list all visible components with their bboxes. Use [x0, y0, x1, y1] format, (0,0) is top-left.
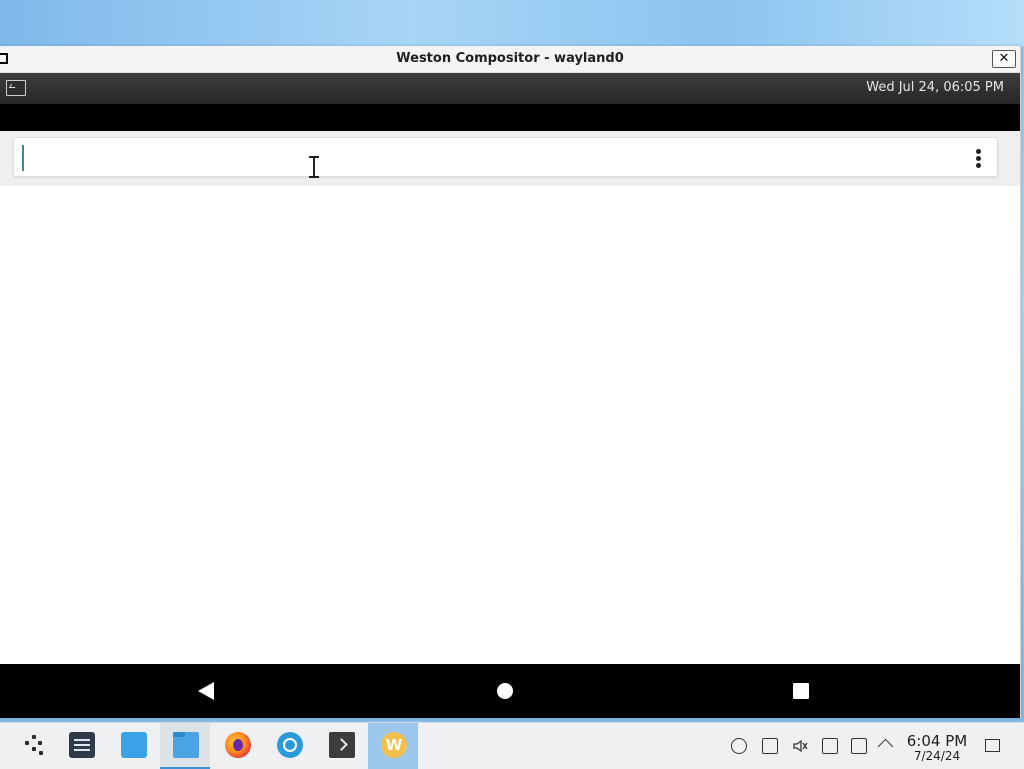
- search-input[interactable]: [28, 144, 932, 174]
- recents-button[interactable]: [793, 683, 809, 699]
- taskbar: W 6:04 PM 7/24/24: [0, 722, 1024, 769]
- close-button[interactable]: ✕: [992, 50, 1016, 68]
- weston-panel: Wed Jul 24, 06:05 PM: [0, 73, 1020, 104]
- volume-muted-icon[interactable]: [792, 738, 808, 754]
- taskbar-waydroid[interactable]: W: [368, 723, 418, 769]
- show-desktop-icon[interactable]: [985, 739, 1000, 752]
- ibeam-cursor-icon: [309, 156, 319, 178]
- back-button[interactable]: [198, 682, 214, 700]
- taskbar-terminal[interactable]: [316, 723, 366, 769]
- app-launcher-icon: [21, 732, 47, 758]
- android-navigation-bar: [0, 664, 1020, 718]
- waydroid-icon: W: [381, 732, 407, 758]
- search-bar-container: [0, 131, 1020, 186]
- overflow-menu-icon[interactable]: [971, 149, 985, 169]
- android-app-area: [0, 131, 1020, 664]
- system-settings-icon: [69, 732, 95, 758]
- text-caret: [22, 145, 24, 171]
- window-titlebar[interactable]: Weston Compositor - wayland0 ✕: [0, 46, 1020, 73]
- network-icon[interactable]: [851, 738, 867, 754]
- storage-icon[interactable]: [822, 738, 838, 754]
- taskbar-system-settings[interactable]: [56, 723, 106, 769]
- window-title: Weston Compositor - wayland0: [396, 51, 624, 66]
- taskbar-firefox[interactable]: [212, 723, 262, 769]
- weston-window: Weston Compositor - wayland0 ✕ Wed Jul 2…: [0, 46, 1021, 718]
- taskbar-browser[interactable]: [264, 723, 314, 769]
- updates-icon[interactable]: [731, 738, 747, 754]
- file-manager-icon: [173, 732, 199, 758]
- taskbar-clock-time[interactable]: 6:04 PM: [901, 732, 973, 750]
- firefox-icon: [225, 732, 251, 758]
- taskbar-app-launcher[interactable]: [8, 723, 58, 769]
- home-button[interactable]: [497, 683, 513, 699]
- search-box[interactable]: [13, 137, 998, 177]
- expand-tray-icon[interactable]: [877, 738, 894, 755]
- android-status-bar: [0, 104, 1020, 131]
- taskbar-file-manager[interactable]: [160, 723, 210, 769]
- panel-clock: Wed Jul 24, 06:05 PM: [866, 80, 1004, 95]
- taskbar-clock-date[interactable]: 7/24/24: [901, 749, 973, 763]
- desktop-wallpaper: [0, 0, 1024, 46]
- taskbar-software-store[interactable]: [108, 723, 158, 769]
- browser-icon: [277, 732, 303, 758]
- terminal-launcher-icon[interactable]: [6, 80, 26, 96]
- clipboard-icon[interactable]: [762, 738, 778, 754]
- terminal-icon: [329, 732, 355, 758]
- software-store-icon: [121, 732, 147, 758]
